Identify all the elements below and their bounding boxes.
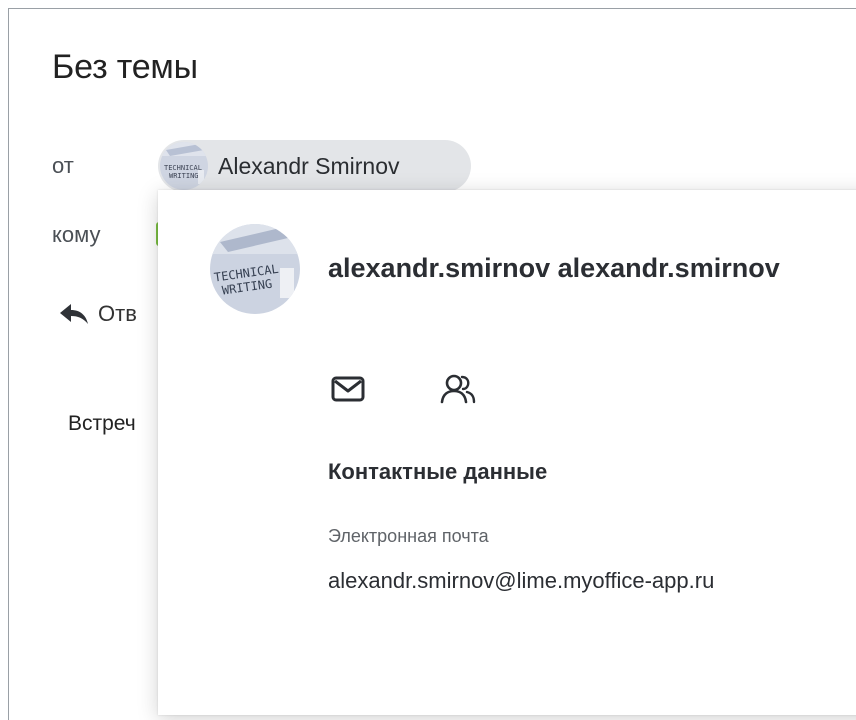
message-body-preview: Встреч: [68, 412, 136, 435]
email-field-value[interactable]: alexandr.smirnov@lime.myoffice-app.ru: [328, 558, 788, 604]
svg-text:WRITING: WRITING: [169, 172, 199, 180]
contact-details-heading: Контактные данные: [328, 459, 548, 484]
reply-button[interactable]: Отв: [58, 300, 137, 328]
contact-display-name: alexandr.smirnov alexandr.smirnov: [328, 253, 780, 283]
people-icon[interactable]: [440, 372, 476, 406]
svg-text:TECHNICAL: TECHNICAL: [164, 164, 202, 172]
reply-label: Отв: [98, 301, 137, 326]
mail-icon[interactable]: [330, 372, 366, 406]
sender-avatar: TECHNICAL WRITING: [160, 142, 208, 190]
contact-avatar: TECHNICAL WRITING: [210, 224, 300, 314]
to-label: кому: [52, 222, 101, 247]
contact-card-popover: TECHNICAL WRITING alexandr.smirnov alexa…: [158, 190, 856, 715]
from-label: от: [52, 153, 74, 178]
sender-name: Alexandr Smirnov: [218, 152, 400, 179]
sender-chip[interactable]: TECHNICAL WRITING Alexandr Smirnov: [158, 140, 471, 192]
message-subject: Без темы: [52, 48, 198, 86]
reply-icon: [60, 304, 88, 324]
email-field-label: Электронная почта: [328, 526, 489, 546]
